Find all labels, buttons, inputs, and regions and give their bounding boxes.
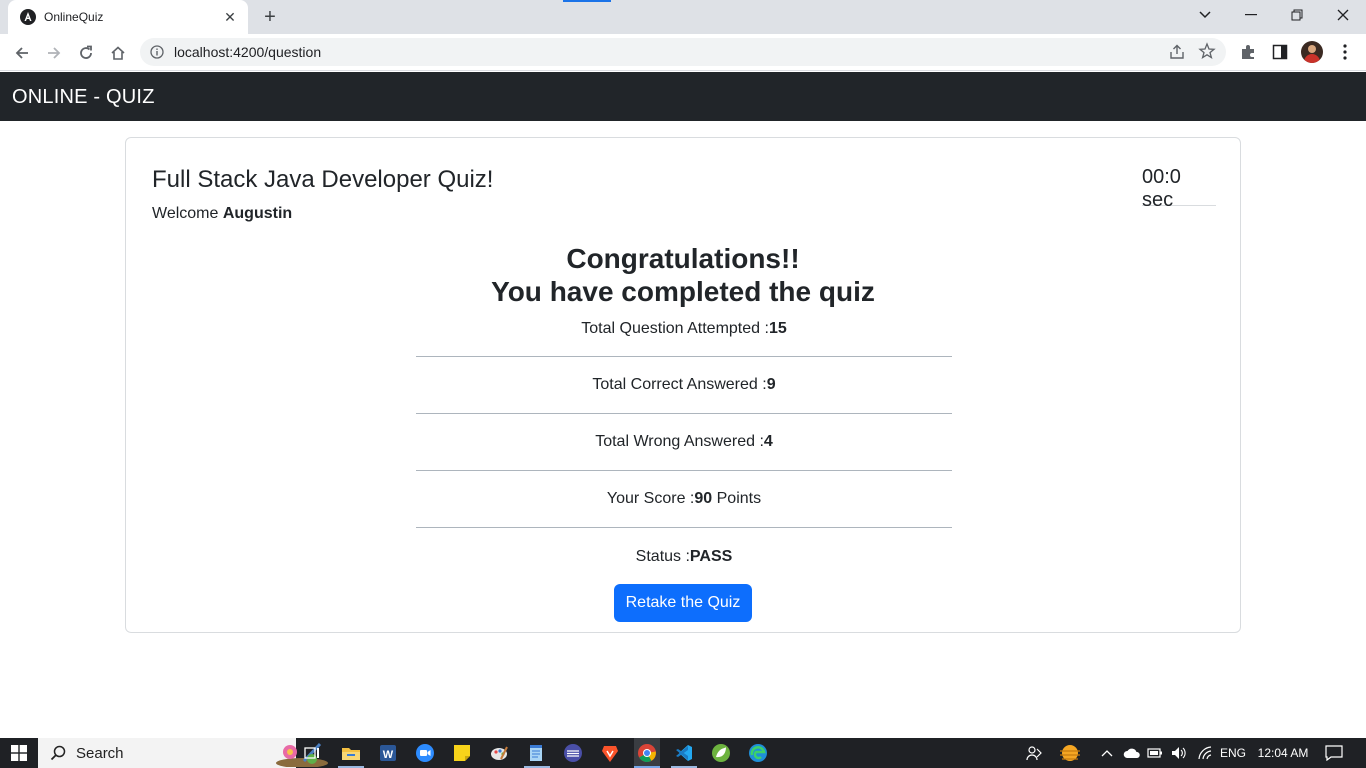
stat-attempted: Total Question Attempted : 15 bbox=[416, 318, 952, 357]
stat-correct-label: Total Correct Answered : bbox=[592, 376, 767, 393]
notifications-icon[interactable] bbox=[1322, 738, 1346, 768]
clock-time[interactable]: 12:04 AM bbox=[1252, 738, 1314, 768]
extensions-icon[interactable] bbox=[1237, 41, 1259, 63]
stat-status-value: PASS bbox=[689, 547, 733, 565]
svg-text:W: W bbox=[383, 749, 394, 761]
sticky-notes-icon[interactable] bbox=[452, 743, 472, 763]
brave-icon[interactable] bbox=[600, 743, 620, 763]
app-navbar: ONLINE - QUIZ bbox=[0, 72, 1366, 121]
stat-status-label: Status : bbox=[635, 547, 690, 565]
volume-icon[interactable] bbox=[1170, 738, 1188, 768]
quiz-title: Full Stack Java Developer Quiz! bbox=[152, 166, 494, 193]
forward-icon[interactable] bbox=[40, 39, 68, 67]
stat-attempted-label: Total Question Attempted : bbox=[581, 320, 769, 337]
tray-chevron-up-icon[interactable] bbox=[1098, 738, 1116, 768]
battery-icon[interactable] bbox=[1146, 738, 1164, 768]
welcome-prefix: Welcome bbox=[152, 205, 223, 222]
onedrive-icon[interactable] bbox=[1122, 738, 1142, 768]
stat-attempted-value: 15 bbox=[768, 320, 787, 337]
vscode-icon[interactable] bbox=[674, 743, 694, 763]
search-icon bbox=[50, 745, 66, 761]
wifi-icon[interactable] bbox=[1196, 738, 1214, 768]
stat-correct-value: 9 bbox=[766, 376, 776, 393]
quiz-timer: 00:0 sec bbox=[1142, 166, 1216, 211]
windows-start-icon[interactable] bbox=[0, 738, 38, 768]
congrats-line-1: Congratulations!! bbox=[566, 243, 800, 274]
browser-menu-icon[interactable] bbox=[1334, 41, 1356, 63]
restore-icon[interactable] bbox=[1274, 0, 1320, 30]
browser-toolbar: localhost:4200/question bbox=[0, 34, 1366, 71]
app-brand[interactable]: ONLINE - QUIZ bbox=[12, 86, 155, 109]
tab-search-icon[interactable] bbox=[1182, 0, 1228, 30]
url-text[interactable]: localhost:4200/question bbox=[174, 44, 321, 60]
browser-tab[interactable]: OnlineQuiz ✕ bbox=[8, 0, 248, 34]
paint-icon[interactable] bbox=[489, 743, 509, 763]
stat-correct: Total Correct Answered : 9 bbox=[416, 357, 952, 414]
home-icon[interactable] bbox=[104, 39, 132, 67]
welcome-text: Welcome Augustin bbox=[152, 205, 292, 223]
minimize-icon[interactable] bbox=[1228, 0, 1274, 30]
result-stats: Total Question Attempted : 15 Total Corr… bbox=[416, 318, 952, 585]
stat-status: Status : PASS bbox=[416, 528, 952, 585]
stat-score-value: 90 bbox=[694, 490, 713, 507]
bookmark-star-icon[interactable] bbox=[1198, 42, 1216, 60]
angular-icon bbox=[20, 9, 36, 25]
browser-tabstrip: OnlineQuiz ✕ + bbox=[0, 0, 1366, 34]
new-tab-icon[interactable]: + bbox=[258, 6, 282, 28]
site-info-icon[interactable] bbox=[150, 45, 164, 59]
word-icon[interactable]: W bbox=[378, 743, 398, 763]
people-icon[interactable] bbox=[1024, 738, 1044, 768]
window-close-icon[interactable] bbox=[1320, 0, 1366, 30]
tab-close-icon[interactable]: ✕ bbox=[220, 7, 240, 27]
taskbar-search-box[interactable]: Search bbox=[38, 738, 328, 768]
edge-icon[interactable] bbox=[748, 743, 768, 763]
task-view-icon[interactable] bbox=[302, 743, 322, 763]
share-icon[interactable] bbox=[1168, 43, 1186, 61]
tab-loading-bar bbox=[563, 0, 611, 2]
vpn-icon[interactable] bbox=[563, 743, 583, 763]
stat-score-unit: Points bbox=[712, 490, 762, 507]
side-panel-icon[interactable] bbox=[1269, 41, 1291, 63]
language-indicator[interactable]: ENG bbox=[1218, 738, 1248, 768]
user-name: Augustin bbox=[222, 205, 293, 222]
weather-icon[interactable] bbox=[1056, 738, 1084, 768]
stat-score: Your Score : 90 Points bbox=[416, 471, 952, 528]
retake-quiz-button[interactable]: Retake the Quiz bbox=[614, 584, 752, 622]
profile-avatar[interactable] bbox=[1301, 41, 1323, 63]
zoom-icon[interactable] bbox=[415, 743, 435, 763]
search-label: Search bbox=[76, 744, 124, 762]
congrats-line-2: You have completed the quiz bbox=[491, 276, 875, 307]
quiz-result-card: Full Stack Java Developer Quiz! Welcome … bbox=[125, 137, 1241, 633]
stat-wrong: Total Wrong Answered :4 bbox=[416, 414, 952, 471]
stat-score-label: Your Score : bbox=[606, 490, 695, 507]
stat-wrong-value: 4 bbox=[763, 433, 773, 450]
stat-wrong-label: Total Wrong Answered : bbox=[595, 433, 764, 450]
address-bar[interactable]: localhost:4200/question bbox=[140, 38, 1226, 66]
tab-title: OnlineQuiz bbox=[44, 10, 104, 24]
back-icon[interactable] bbox=[8, 39, 36, 67]
windows-taskbar: Search W ENG 12:04 AM bbox=[0, 738, 1366, 768]
file-explorer-icon[interactable] bbox=[341, 743, 361, 763]
chrome-icon[interactable] bbox=[634, 738, 660, 768]
notepad-icon[interactable] bbox=[526, 743, 546, 763]
spring-tool-icon[interactable] bbox=[711, 743, 731, 763]
reload-icon[interactable] bbox=[72, 39, 100, 67]
congrats-heading: Congratulations!! You have completed the… bbox=[126, 242, 1240, 308]
